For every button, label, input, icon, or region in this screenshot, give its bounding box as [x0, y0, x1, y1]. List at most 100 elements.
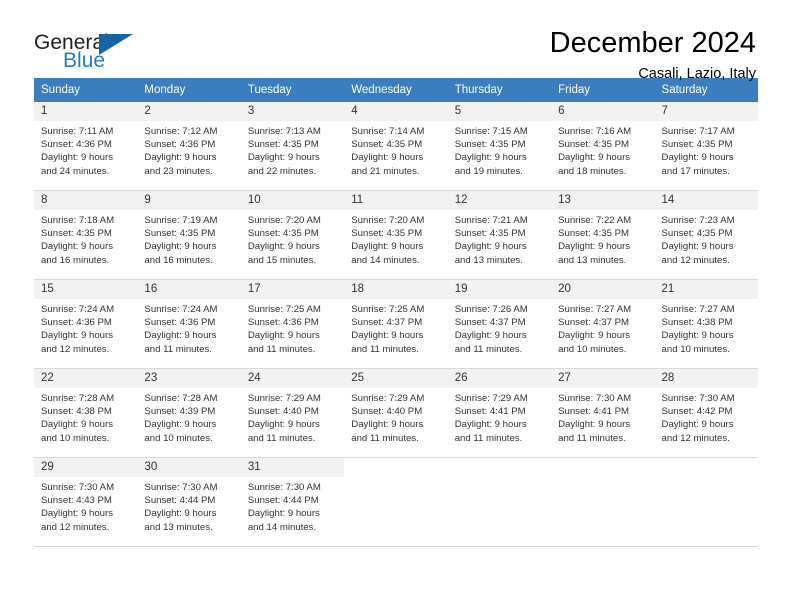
calendar-day-cell[interactable]: 15 Sunrise: 7:24 AM Sunset: 4:36 PM Dayligh…: [34, 280, 138, 369]
calendar-day-cell[interactable]: 13 Sunrise: 7:22 AM Sunset: 4:35 PM Dayligh…: [551, 191, 655, 280]
calendar-day-cell[interactable]: 19 Sunrise: 7:26 AM Sunset: 4:37 PM Dayligh…: [447, 280, 552, 369]
weekday-header-thursday: Thursday: [447, 78, 552, 102]
sunset-time: Sunset: 4:36 PM: [144, 317, 216, 329]
calendar-day-cell[interactable]: 18 Sunrise: 7:25 AM Sunset: 4:37 PM Dayligh…: [344, 280, 448, 369]
day-info: Sunrise: 7:30 AM Sunset: 4:44 PM Daylight:…: [137, 477, 240, 534]
daylight-duration-line2: and 11 minutes.: [558, 432, 626, 444]
day-info: Sunrise: 7:14 AM Sunset: 4:35 PM Daylight:…: [344, 121, 447, 178]
calendar-day-cell[interactable]: 30 Sunrise: 7:30 AM Sunset: 4:44 PM Dayligh…: [137, 458, 241, 547]
calendar-day-cell[interactable]: 21 Sunrise: 7:27 AM Sunset: 4:38 PM Dayligh…: [654, 280, 758, 369]
sunset-time: Sunset: 4:38 PM: [41, 406, 112, 418]
sunrise-time: Sunrise: 7:26 AM: [454, 304, 528, 315]
calendar-day-cell: [447, 458, 552, 547]
calendar-day-cell[interactable]: 4 Sunrise: 7:14 AM Sunset: 4:35 PM Daylight…: [344, 102, 448, 191]
calendar-day-cell[interactable]: 27 Sunrise: 7:30 AM Sunset: 4:41 PM Dayligh…: [551, 369, 655, 458]
calendar-day-cell[interactable]: 26 Sunrise: 7:29 AM Sunset: 4:41 PM Dayligh…: [447, 369, 552, 458]
calendar-day-cell[interactable]: 24 Sunrise: 7:29 AM Sunset: 4:40 PM Dayligh…: [240, 369, 345, 458]
sunset-time: Sunset: 4:40 PM: [247, 406, 319, 418]
daylight-duration-line2: and 14 minutes.: [247, 521, 317, 533]
sunrise-time: Sunrise: 7:29 AM: [454, 393, 528, 404]
daylight-duration-line1: Daylight: 9 hours: [661, 419, 734, 431]
sunset-time: Sunset: 4:39 PM: [144, 406, 216, 418]
calendar-day-cell[interactable]: 11 Sunrise: 7:20 AM Sunset: 4:35 PM Dayligh…: [344, 191, 448, 280]
general-blue-logo[interactable]: General Blue: [34, 26, 142, 72]
calendar-day-cell[interactable]: 9 Sunrise: 7:19 AM Sunset: 4:35 PM Daylight…: [137, 191, 241, 280]
daylight-duration-line1: Daylight: 9 hours: [144, 330, 217, 342]
day-number: 23: [137, 369, 241, 388]
sunset-time: Sunset: 4:44 PM: [247, 495, 319, 507]
sunrise-time: Sunrise: 7:18 AM: [41, 215, 115, 226]
day-info: Sunrise: 7:23 AM Sunset: 4:35 PM Daylight:…: [655, 210, 758, 267]
day-number: 29: [34, 458, 138, 477]
sunrise-time: Sunrise: 7:20 AM: [351, 215, 425, 226]
page-subtitle: Casali, Lazio, Italy: [638, 66, 756, 82]
calendar-day-cell[interactable]: 29 Sunrise: 7:30 AM Sunset: 4:43 PM Dayligh…: [34, 458, 138, 547]
daylight-duration-line1: Daylight: 9 hours: [661, 330, 734, 342]
day-cell-inner: 18 Sunrise: 7:25 AM Sunset: 4:37 PM Dayligh…: [344, 280, 448, 369]
calendar-day-cell[interactable]: 10 Sunrise: 7:20 AM Sunset: 4:35 PM Dayligh…: [240, 191, 345, 280]
sunset-time: Sunset: 4:35 PM: [661, 139, 733, 151]
calendar-day-cell[interactable]: 20 Sunrise: 7:27 AM Sunset: 4:37 PM Dayligh…: [551, 280, 655, 369]
sunset-time: Sunset: 4:42 PM: [661, 406, 733, 418]
sunset-time: Sunset: 4:36 PM: [41, 139, 112, 151]
daylight-duration-line2: and 12 minutes.: [41, 343, 110, 355]
calendar-day-cell[interactable]: 28 Sunrise: 7:30 AM Sunset: 4:42 PM Dayligh…: [654, 369, 758, 458]
day-cell-inner: 5 Sunrise: 7:15 AM Sunset: 4:35 PM Daylight…: [447, 102, 552, 191]
sunset-time: Sunset: 4:37 PM: [558, 317, 630, 329]
sunrise-time: Sunrise: 7:30 AM: [144, 482, 218, 493]
day-cell-inner: 19 Sunrise: 7:26 AM Sunset: 4:37 PM Dayligh…: [447, 280, 552, 369]
daylight-duration-line2: and 13 minutes.: [454, 254, 523, 266]
sunrise-time: Sunrise: 7:25 AM: [247, 304, 321, 315]
daylight-duration-line2: and 17 minutes.: [661, 165, 730, 177]
calendar-day-cell[interactable]: 1 Sunrise: 7:11 AM Sunset: 4:36 PM Daylight…: [34, 102, 138, 191]
calendar-day-cell[interactable]: 3 Sunrise: 7:13 AM Sunset: 4:35 PM Daylight…: [240, 102, 345, 191]
calendar-day-cell[interactable]: 25 Sunrise: 7:29 AM Sunset: 4:40 PM Dayligh…: [344, 369, 448, 458]
calendar-day-cell[interactable]: 6 Sunrise: 7:16 AM Sunset: 4:35 PM Daylight…: [551, 102, 655, 191]
page-header: General Blue December 2024 Casali, Lazio…: [34, 0, 758, 82]
day-cell-inner: [551, 458, 655, 547]
day-cell-inner: 4 Sunrise: 7:14 AM Sunset: 4:35 PM Daylight…: [344, 102, 448, 191]
day-number: 20: [551, 280, 655, 299]
sunset-time: Sunset: 4:35 PM: [558, 228, 630, 240]
day-info: [655, 477, 758, 481]
day-info: Sunrise: 7:29 AM Sunset: 4:40 PM Daylight:…: [241, 388, 344, 445]
sunrise-time: Sunrise: 7:13 AM: [247, 126, 321, 137]
calendar-day-cell[interactable]: 12 Sunrise: 7:21 AM Sunset: 4:35 PM Dayligh…: [447, 191, 552, 280]
day-cell-inner: 31 Sunrise: 7:30 AM Sunset: 4:44 PM Dayligh…: [240, 458, 345, 547]
day-number: 28: [654, 369, 758, 388]
calendar-day-cell[interactable]: 2 Sunrise: 7:12 AM Sunset: 4:36 PM Daylight…: [137, 102, 241, 191]
day-cell-inner: 25 Sunrise: 7:29 AM Sunset: 4:40 PM Dayligh…: [344, 369, 448, 458]
weekday-header-sunday: Sunday: [34, 78, 138, 102]
sunset-time: Sunset: 4:36 PM: [41, 317, 112, 329]
sunset-time: Sunset: 4:35 PM: [454, 228, 526, 240]
day-number: 9: [137, 191, 241, 210]
day-info: Sunrise: 7:21 AM Sunset: 4:35 PM Daylight:…: [448, 210, 551, 267]
day-info: Sunrise: 7:22 AM Sunset: 4:35 PM Daylight:…: [551, 210, 654, 267]
sunrise-time: Sunrise: 7:30 AM: [247, 482, 321, 493]
calendar-day-cell[interactable]: 16 Sunrise: 7:24 AM Sunset: 4:36 PM Dayligh…: [137, 280, 241, 369]
calendar-day-cell: [654, 458, 758, 547]
sunset-time: Sunset: 4:35 PM: [247, 139, 319, 151]
day-cell-inner: 16 Sunrise: 7:24 AM Sunset: 4:36 PM Dayligh…: [137, 280, 241, 369]
daylight-duration-line2: and 16 minutes.: [41, 254, 110, 266]
calendar-day-cell[interactable]: 22 Sunrise: 7:28 AM Sunset: 4:38 PM Dayligh…: [34, 369, 138, 458]
daylight-duration-line2: and 11 minutes.: [454, 432, 523, 444]
calendar-day-cell[interactable]: 8 Sunrise: 7:18 AM Sunset: 4:35 PM Daylight…: [34, 191, 138, 280]
daylight-duration-line2: and 22 minutes.: [247, 165, 317, 177]
sunset-time: Sunset: 4:35 PM: [558, 139, 630, 151]
calendar-day-cell[interactable]: 17 Sunrise: 7:25 AM Sunset: 4:36 PM Dayligh…: [240, 280, 345, 369]
calendar-day-cell[interactable]: 14 Sunrise: 7:23 AM Sunset: 4:35 PM Dayligh…: [654, 191, 758, 280]
day-number: 17: [240, 280, 345, 299]
sunrise-time: Sunrise: 7:27 AM: [661, 304, 735, 315]
calendar-day-cell[interactable]: 5 Sunrise: 7:15 AM Sunset: 4:35 PM Daylight…: [447, 102, 552, 191]
day-number: 11: [344, 191, 448, 210]
sunset-time: Sunset: 4:41 PM: [558, 406, 630, 418]
sunset-time: Sunset: 4:44 PM: [144, 495, 216, 507]
sunset-time: Sunset: 4:35 PM: [661, 228, 733, 240]
calendar-day-cell[interactable]: 7 Sunrise: 7:17 AM Sunset: 4:35 PM Daylight…: [654, 102, 758, 191]
calendar-day-cell[interactable]: 23 Sunrise: 7:28 AM Sunset: 4:39 PM Dayligh…: [137, 369, 241, 458]
calendar-day-cell[interactable]: 31 Sunrise: 7:30 AM Sunset: 4:44 PM Dayligh…: [240, 458, 345, 547]
day-info: Sunrise: 7:15 AM Sunset: 4:35 PM Daylight:…: [448, 121, 551, 178]
daylight-duration-line1: Daylight: 9 hours: [351, 419, 424, 431]
day-cell-inner: 7 Sunrise: 7:17 AM Sunset: 4:35 PM Daylight…: [654, 102, 758, 191]
